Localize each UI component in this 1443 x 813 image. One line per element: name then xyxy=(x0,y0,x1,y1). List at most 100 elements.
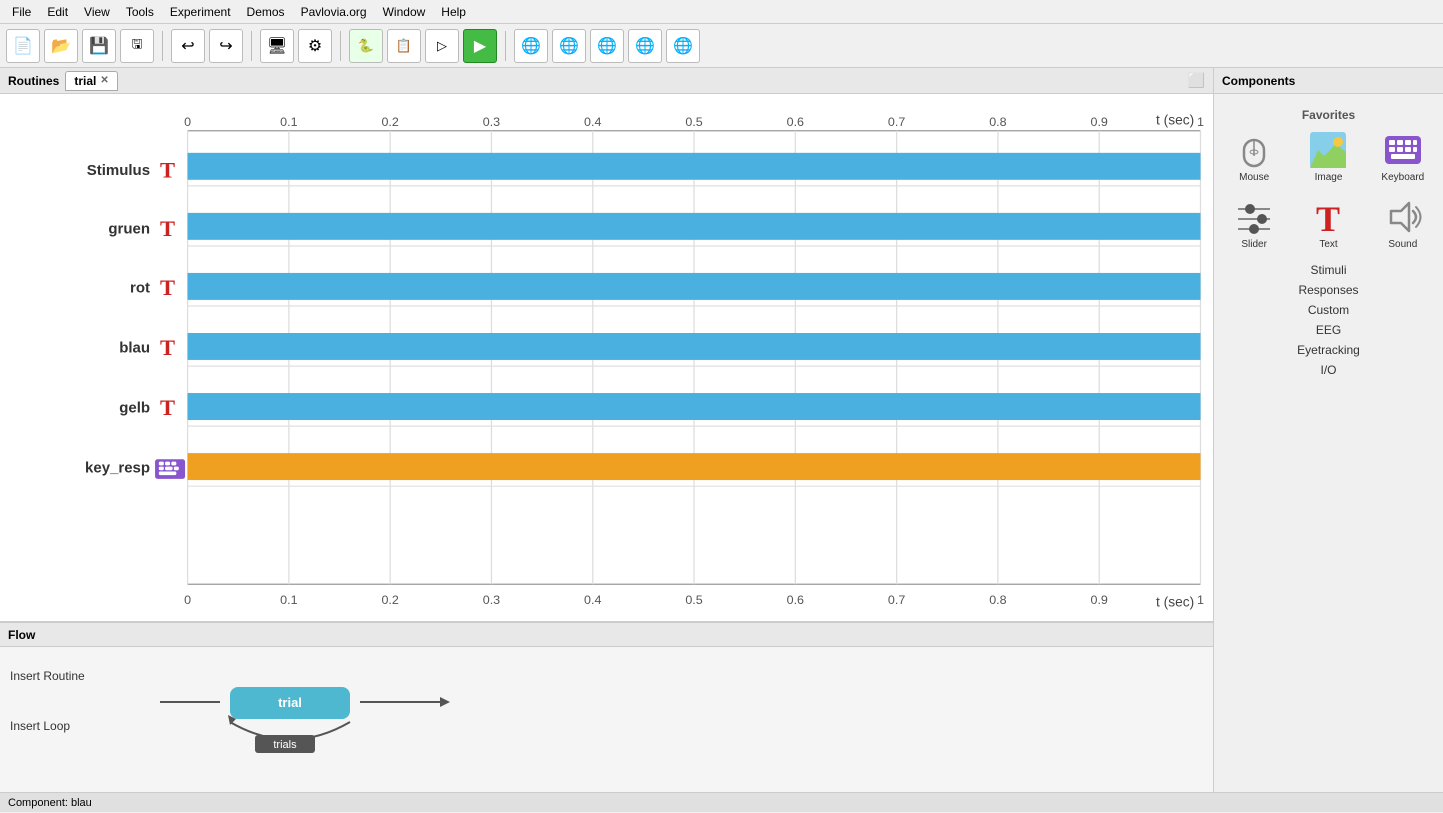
svg-text:0.4: 0.4 xyxy=(584,593,601,607)
menu-pavlovia[interactable]: Pavlovia.org xyxy=(293,3,375,21)
svg-text:T: T xyxy=(160,275,175,300)
components-header: Components xyxy=(1214,68,1443,94)
separator-4 xyxy=(505,31,506,61)
responses-section-link[interactable]: Responses xyxy=(1220,280,1437,300)
svg-text:0.6: 0.6 xyxy=(787,115,804,129)
open-button[interactable]: 📂 xyxy=(44,29,78,63)
menu-tools[interactable]: Tools xyxy=(118,3,162,21)
io-section-link[interactable]: I/O xyxy=(1220,360,1437,380)
svg-text:0.1: 0.1 xyxy=(280,593,297,607)
flow-header: Flow xyxy=(0,623,1213,647)
slider-icon xyxy=(1234,197,1274,237)
svg-text:0.3: 0.3 xyxy=(483,115,500,129)
new-button[interactable]: 📄 xyxy=(6,29,40,63)
menu-view[interactable]: View xyxy=(76,3,118,21)
component-mouse[interactable]: Mouse xyxy=(1220,126,1288,187)
separator-3 xyxy=(340,31,341,61)
run-button[interactable]: ▶ xyxy=(463,29,497,63)
run-local-button[interactable]: ▷ xyxy=(425,29,459,63)
stimuli-section-link[interactable]: Stimuli xyxy=(1220,260,1437,280)
flow-panel: Flow Insert Routine Insert Loop xyxy=(0,622,1213,812)
svg-text:0.5: 0.5 xyxy=(685,115,702,129)
separator-1 xyxy=(162,31,163,61)
sound-label: Sound xyxy=(1388,239,1417,250)
svg-text:0.2: 0.2 xyxy=(381,115,398,129)
svg-text:0.8: 0.8 xyxy=(989,115,1006,129)
maximize-icon[interactable]: ⬜ xyxy=(1188,72,1205,89)
save-button[interactable]: 💾 xyxy=(82,29,116,63)
trial-tab-label: trial xyxy=(74,74,96,88)
flow-title: Flow xyxy=(8,628,35,642)
svg-text:0: 0 xyxy=(184,593,191,607)
monitor-button[interactable]: 🖥 xyxy=(260,29,294,63)
separator-2 xyxy=(251,31,252,61)
main-area: Routines trial ✕ ⬜ t (sec) t xyxy=(0,68,1443,812)
image-label: Image xyxy=(1315,172,1343,183)
routines-title: Routines xyxy=(8,74,59,88)
trial-tab[interactable]: trial ✕ xyxy=(65,71,117,91)
undo-button[interactable]: ↩ xyxy=(171,29,205,63)
svg-text:0.7: 0.7 xyxy=(888,115,905,129)
sound-icon xyxy=(1383,197,1423,237)
svg-text:T: T xyxy=(160,335,175,360)
svg-text:blau: blau xyxy=(119,341,150,357)
globe1-button[interactable]: 🌐 xyxy=(514,29,548,63)
favorites-section-title: Favorites xyxy=(1222,108,1435,122)
component-image[interactable]: Image xyxy=(1294,126,1362,187)
status-text: Component: blau xyxy=(8,797,92,809)
insert-routine-button[interactable]: Insert Routine xyxy=(10,669,85,683)
svg-text:1: 1 xyxy=(1197,593,1204,607)
globe5-button[interactable]: 🌐 xyxy=(666,29,700,63)
eyetracking-section-link[interactable]: Eyetracking xyxy=(1220,340,1437,360)
svg-text:gruen: gruen xyxy=(108,222,150,238)
globe3-button[interactable]: 🌐 xyxy=(590,29,624,63)
components-title: Components xyxy=(1222,74,1295,88)
timeline-svg: t (sec) t (sec) 0 0.1 0.2 0.3 0.4 xyxy=(0,94,1213,621)
slider-label: Slider xyxy=(1241,239,1267,250)
menu-window[interactable]: Window xyxy=(375,3,434,21)
svg-text:1: 1 xyxy=(1197,115,1204,129)
globe4-button[interactable]: 🌐 xyxy=(628,29,662,63)
text-icon: T xyxy=(1308,197,1348,237)
save-as-button[interactable]: 🖫 xyxy=(120,29,154,63)
menu-experiment[interactable]: Experiment xyxy=(162,3,239,21)
menu-help[interactable]: Help xyxy=(433,3,474,21)
eeg-section-link[interactable]: EEG xyxy=(1220,320,1437,340)
svg-text:Stimulus: Stimulus xyxy=(87,163,150,179)
redo-button[interactable]: ↪ xyxy=(209,29,243,63)
favorites-grid: Mouse Image xyxy=(1220,126,1437,254)
image-icon xyxy=(1308,130,1348,170)
keyboard-icon xyxy=(1383,130,1423,170)
svg-text:0.5: 0.5 xyxy=(685,593,702,607)
svg-text:0.2: 0.2 xyxy=(381,593,398,607)
component-text[interactable]: T Text xyxy=(1294,193,1362,254)
component-slider[interactable]: Slider xyxy=(1220,193,1288,254)
svg-text:t (sec): t (sec) xyxy=(1156,594,1194,609)
menu-demos[interactable]: Demos xyxy=(239,3,293,21)
svg-text:0.9: 0.9 xyxy=(1091,593,1108,607)
python-button[interactable]: 🐍 xyxy=(349,29,383,63)
insert-loop-button[interactable]: Insert Loop xyxy=(10,719,70,733)
component-keyboard[interactable]: Keyboard xyxy=(1369,126,1437,187)
routines-panel: Routines trial ✕ ⬜ t (sec) t xyxy=(0,68,1213,622)
svg-text:T: T xyxy=(160,395,175,420)
svg-text:t (sec): t (sec) xyxy=(1156,113,1194,128)
settings-button[interactable]: ⚙ xyxy=(298,29,332,63)
component-sound[interactable]: Sound xyxy=(1369,193,1437,254)
menu-file[interactable]: File xyxy=(4,3,39,21)
svg-text:trials: trials xyxy=(273,739,297,751)
globe2-button[interactable]: 🌐 xyxy=(552,29,586,63)
menu-edit[interactable]: Edit xyxy=(39,3,76,21)
svg-text:0.1: 0.1 xyxy=(280,115,297,129)
svg-text:0.6: 0.6 xyxy=(787,593,804,607)
svg-text:trial: trial xyxy=(278,695,302,710)
runner-button[interactable]: 📋 xyxy=(387,29,421,63)
svg-text:0.3: 0.3 xyxy=(483,593,500,607)
components-content: Favorites Mouse xyxy=(1214,94,1443,812)
mouse-icon xyxy=(1234,130,1274,170)
flow-content: Insert Routine Insert Loop trial xyxy=(0,647,1213,813)
trial-tab-close[interactable]: ✕ xyxy=(100,75,108,86)
svg-text:rot: rot xyxy=(130,281,150,297)
custom-section-link[interactable]: Custom xyxy=(1220,300,1437,320)
menubar: File Edit View Tools Experiment Demos Pa… xyxy=(0,0,1443,24)
